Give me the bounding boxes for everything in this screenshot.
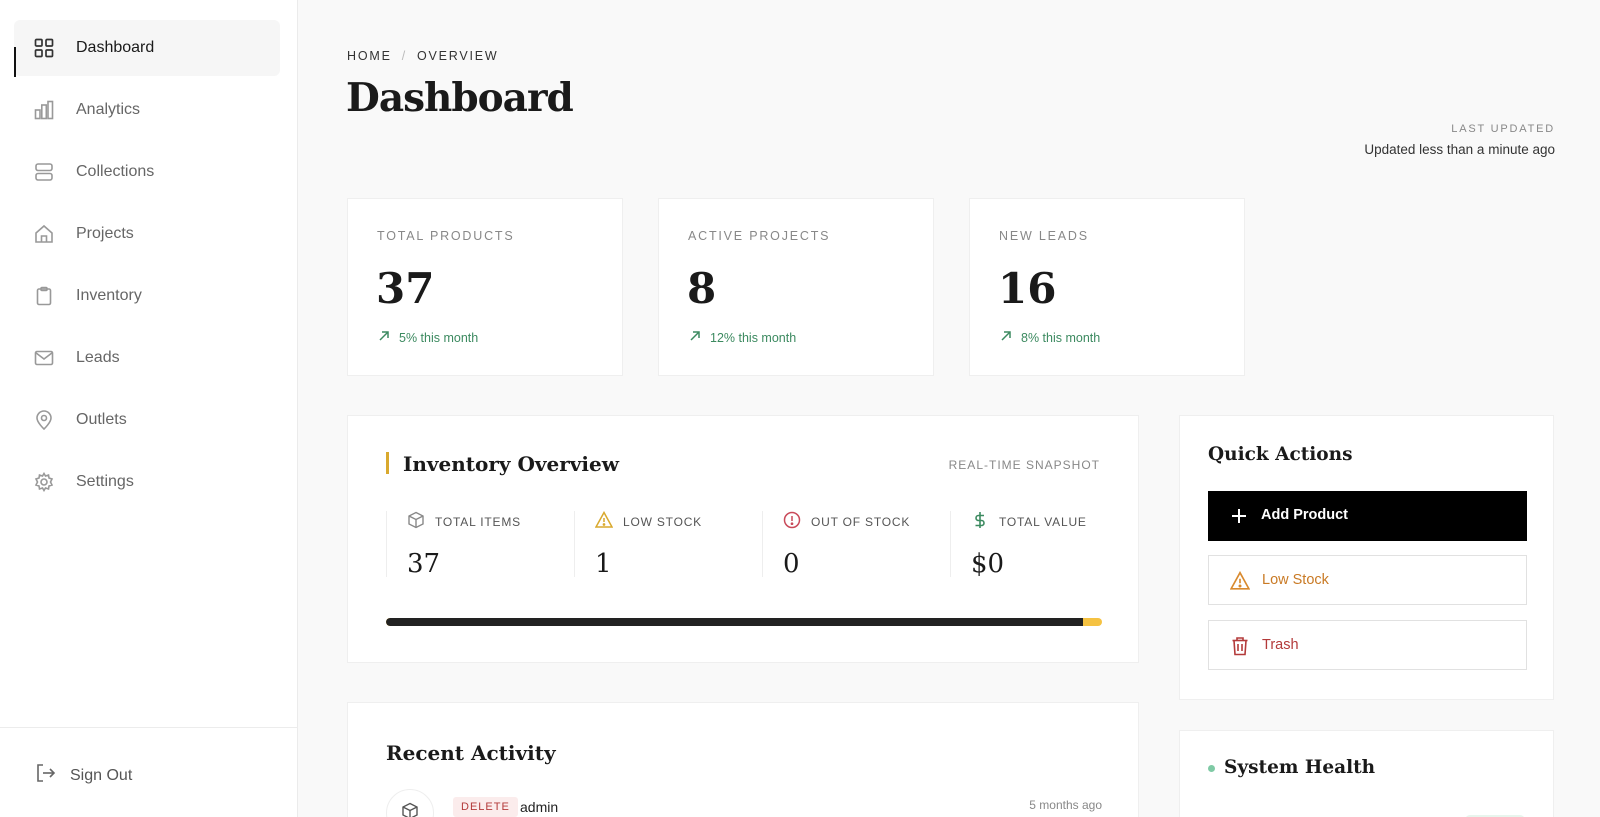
inventory-overview-card: Inventory Overview REAL-TIME SNAPSHOT TO… bbox=[347, 415, 1139, 663]
home-icon bbox=[33, 223, 55, 245]
last-updated: LAST UPDATED Updated less than a minute … bbox=[1364, 123, 1555, 157]
bar-chart-icon bbox=[33, 99, 55, 121]
warning-icon bbox=[1229, 570, 1251, 592]
system-health-card: System Health bbox=[1179, 730, 1554, 817]
stock-progress-bar bbox=[386, 618, 1102, 626]
plus-icon bbox=[1228, 505, 1250, 527]
trash-icon bbox=[1229, 635, 1251, 657]
sidebar-item-leads[interactable]: Leads bbox=[14, 330, 280, 386]
sidebar-item-settings[interactable]: Settings bbox=[14, 454, 280, 510]
metric-label: TOTAL VALUE bbox=[999, 514, 1087, 529]
stat-trend: 5% this month bbox=[378, 330, 478, 345]
sidebar-item-label: Leads bbox=[76, 349, 120, 366]
sidebar-item-analytics[interactable]: Analytics bbox=[14, 82, 280, 138]
sidebar-item-label: Outlets bbox=[76, 411, 127, 428]
stat-label: TOTAL PRODUCTS bbox=[377, 229, 515, 243]
metric-value: 0 bbox=[783, 549, 800, 579]
activity-avatar bbox=[386, 789, 434, 817]
sidebar-item-label: Analytics bbox=[76, 101, 141, 118]
sidebar-item-label: Collections bbox=[76, 163, 155, 180]
trend-up-icon bbox=[689, 330, 701, 345]
sidebar: Dashboard Analytics Collections Projects… bbox=[0, 0, 298, 817]
last-updated-label: LAST UPDATED bbox=[1451, 123, 1555, 135]
stat-trend: 8% this month bbox=[1000, 330, 1100, 345]
trend-up-icon bbox=[1000, 330, 1012, 345]
map-pin-icon bbox=[33, 409, 55, 431]
quick-actions-title: Quick Actions bbox=[1208, 444, 1353, 465]
breadcrumb-current: OVERVIEW bbox=[416, 49, 499, 63]
inventory-tag: REAL-TIME SNAPSHOT bbox=[948, 458, 1100, 472]
quick-actions-card: Quick Actions Add Product Low Stock Tras… bbox=[1179, 415, 1554, 700]
sidebar-item-label: Inventory bbox=[76, 287, 142, 304]
layers-icon bbox=[33, 161, 55, 183]
metric-out-of-stock: OUT OF STOCK 0 bbox=[762, 511, 950, 579]
metric-label: TOTAL ITEMS bbox=[435, 514, 521, 529]
box-icon bbox=[407, 511, 425, 532]
sidebar-item-label: Projects bbox=[76, 225, 134, 242]
trend-up-icon bbox=[378, 330, 390, 345]
stat-trend-text: 8% this month bbox=[1021, 330, 1101, 345]
add-product-label: Add Product bbox=[1261, 507, 1348, 523]
sign-out-label: Sign Out bbox=[70, 766, 133, 784]
sidebar-item-label: Settings bbox=[76, 473, 134, 490]
recent-activity-card: Recent Activity DELETE admin 5 months ag… bbox=[347, 702, 1139, 817]
status-dot bbox=[1208, 765, 1215, 772]
sidebar-item-label: Dashboard bbox=[76, 39, 155, 56]
gear-icon bbox=[33, 471, 55, 493]
stat-card-new-leads: NEW LEADS 16 8% this month bbox=[969, 198, 1245, 376]
page-title: Dashboard bbox=[346, 75, 574, 121]
box-icon bbox=[401, 802, 419, 817]
stat-trend-text: 5% this month bbox=[399, 330, 479, 345]
stock-progress-fill bbox=[386, 618, 1083, 626]
system-health-title: System Health bbox=[1224, 757, 1376, 778]
last-updated-value: Updated less than a minute ago bbox=[1364, 142, 1555, 157]
trash-button[interactable]: Trash bbox=[1208, 620, 1527, 670]
activity-action-badge: DELETE bbox=[453, 797, 518, 817]
stat-label: ACTIVE PROJECTS bbox=[688, 229, 831, 243]
stat-card-active-projects: ACTIVE PROJECTS 8 12% this month bbox=[658, 198, 934, 376]
stat-card-total-products: TOTAL PRODUCTS 37 5% this month bbox=[347, 198, 623, 376]
metric-label: LOW STOCK bbox=[623, 514, 702, 529]
metric-label: OUT OF STOCK bbox=[811, 514, 911, 529]
clipboard-icon bbox=[33, 285, 55, 307]
stat-label: NEW LEADS bbox=[999, 229, 1089, 243]
recent-activity-title: Recent Activity bbox=[386, 741, 556, 765]
metric-total-items: TOTAL ITEMS 37 bbox=[386, 511, 574, 579]
low-stock-button[interactable]: Low Stock bbox=[1208, 555, 1527, 605]
low-stock-label: Low Stock bbox=[1262, 572, 1329, 588]
stat-value: 37 bbox=[376, 264, 435, 313]
metric-value: 1 bbox=[595, 549, 612, 579]
sidebar-item-collections[interactable]: Collections bbox=[14, 144, 280, 200]
stat-trend: 12% this month bbox=[689, 330, 796, 345]
grid-icon bbox=[33, 37, 55, 59]
add-product-button[interactable]: Add Product bbox=[1208, 491, 1527, 541]
inventory-overview-title: Inventory Overview bbox=[386, 452, 619, 476]
breadcrumb: HOME / OVERVIEW bbox=[347, 49, 499, 63]
breadcrumb-separator: / bbox=[401, 49, 407, 63]
activity-time: 5 months ago bbox=[1029, 798, 1102, 812]
sidebar-item-inventory[interactable]: Inventory bbox=[14, 268, 280, 324]
trash-label: Trash bbox=[1262, 637, 1299, 653]
warning-icon bbox=[594, 510, 614, 532]
sidebar-item-projects[interactable]: Projects bbox=[14, 206, 280, 262]
stat-value: 8 bbox=[687, 264, 717, 313]
stat-trend-text: 12% this month bbox=[710, 330, 797, 345]
stat-value: 16 bbox=[998, 264, 1057, 313]
sidebar-item-dashboard[interactable]: Dashboard bbox=[14, 20, 280, 77]
alert-circle-icon bbox=[783, 511, 801, 532]
sidebar-divider bbox=[0, 727, 298, 728]
sign-out-button[interactable]: Sign Out bbox=[34, 762, 132, 789]
mail-icon bbox=[33, 347, 55, 369]
activity-user: admin bbox=[520, 799, 559, 815]
metric-value: 37 bbox=[407, 549, 441, 579]
metric-total-value: TOTAL VALUE $0 bbox=[950, 511, 1138, 579]
sign-out-icon bbox=[34, 762, 56, 789]
sidebar-item-outlets[interactable]: Outlets bbox=[14, 392, 280, 448]
breadcrumb-home[interactable]: HOME bbox=[347, 49, 392, 63]
metric-low-stock: LOW STOCK 1 bbox=[574, 510, 762, 579]
dollar-icon bbox=[971, 511, 989, 532]
activity-row[interactable]: DELETE admin 5 months ago bbox=[386, 789, 1102, 817]
metric-value: $0 bbox=[971, 549, 1005, 579]
